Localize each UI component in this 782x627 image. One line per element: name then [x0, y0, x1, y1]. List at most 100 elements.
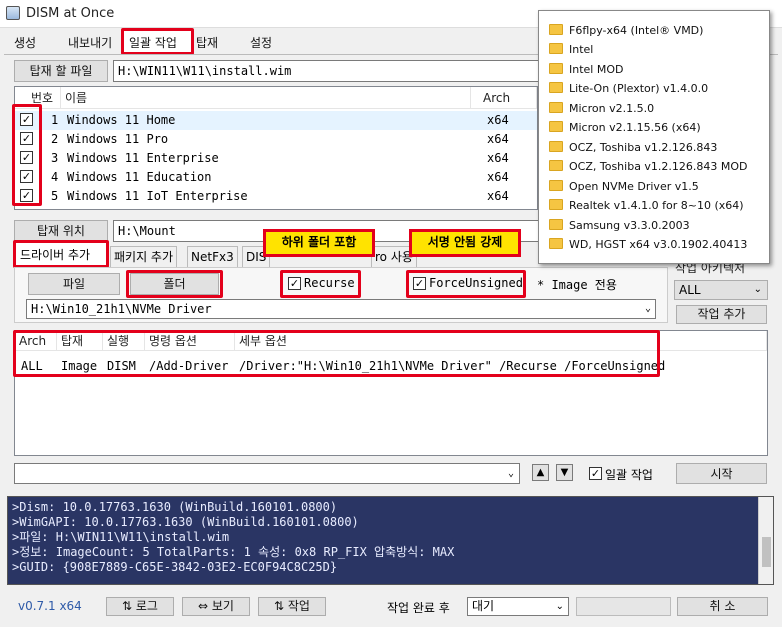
image-list-header: 번호 이름 Arch	[15, 87, 537, 109]
image-row-number: 3	[51, 151, 59, 165]
arch-select-value: ALL	[679, 283, 701, 297]
mount-file-button[interactable]: 탑재 할 파일	[14, 60, 108, 82]
image-row-arch: x64	[487, 151, 509, 165]
image-checkbox[interactable]: ✓	[20, 170, 33, 183]
image-row-arch: x64	[487, 170, 509, 184]
folder-icon	[549, 160, 563, 171]
image-checkbox[interactable]: ✓	[20, 151, 33, 164]
image-row[interactable]: 5 Windows 11 IoT Enterprise x64	[15, 187, 537, 206]
image-row-arch: x64	[487, 189, 509, 203]
folder-item-label: Open NVMe Driver v1.5	[569, 180, 699, 193]
force-unsigned-checkbox[interactable]: ✓	[413, 277, 426, 290]
driver-path-value: H:\Win10_21h1\NVMe Driver	[31, 302, 212, 316]
recurse-label: Recurse	[304, 276, 355, 290]
folder-item-label: WD, HGST x64 v3.0.1902.40413	[569, 238, 748, 251]
menu-batch[interactable]: 일괄 작업	[129, 34, 177, 52]
image-row-number: 1	[51, 113, 59, 127]
arch-select[interactable]: ALL ⌄	[674, 280, 768, 300]
mount-location-button[interactable]: 탑재 위치	[14, 220, 108, 242]
folder-item[interactable]: WD, HGST x64 v3.0.1902.40413	[549, 235, 747, 255]
folder-item[interactable]: Intel MOD	[549, 60, 623, 80]
recurse-callout: 하위 폴더 포함	[263, 229, 375, 257]
tab-add-driver[interactable]: 드라이버 추가	[20, 246, 90, 263]
folder-icon	[549, 219, 563, 230]
folder-list-popup[interactable]: F6flpy-x64 (Intel® VMD) Intel Intel MOD …	[538, 10, 770, 264]
console-line: >파일: H:\WIN11\W11\install.wim	[12, 530, 230, 544]
tab-add-package[interactable]: 패키지 추가	[110, 246, 178, 267]
menu-mount[interactable]: 탑재	[196, 34, 218, 52]
folder-item-label: Samsung v3.3.0.2003	[569, 219, 690, 232]
mount-file-path[interactable]: H:\WIN11\W11\install.wim	[113, 60, 543, 82]
folder-item-label: Intel MOD	[569, 63, 624, 76]
driver-path-select[interactable]: H:\Win10_21h1\NVMe Driver ⌄	[26, 299, 656, 319]
start-button[interactable]: 시작	[676, 463, 767, 484]
image-row-number: 5	[51, 189, 59, 203]
folder-item-label: Micron v2.1.5.0	[569, 102, 655, 115]
move-up-button[interactable]: ▲	[532, 464, 549, 481]
force-unsigned-label: ForceUnsigned	[429, 276, 523, 290]
folder-item[interactable]: Micron v2.1.5.0	[549, 99, 654, 119]
folder-item[interactable]: Micron v2.1.15.56 (x64)	[549, 118, 701, 138]
folder-item-label: F6flpy-x64 (Intel® VMD)	[569, 24, 704, 37]
cancel-button[interactable]: 취 소	[677, 597, 768, 616]
job-row-highlight	[13, 330, 660, 377]
folder-item[interactable]: OCZ, Toshiba v1.2.126.843	[549, 138, 717, 158]
menu-settings[interactable]: 설정	[250, 34, 272, 52]
image-checkbox[interactable]: ✓	[20, 132, 33, 145]
view-button[interactable]: ⇔ 보기	[182, 597, 250, 616]
menu-create[interactable]: 생성	[14, 34, 36, 52]
after-job-value: 대기	[472, 599, 495, 613]
folder-item[interactable]: OCZ, Toshiba v1.2.126.843 MOD	[549, 157, 748, 177]
folder-icon	[549, 43, 563, 54]
image-row[interactable]: 3 Windows 11 Enterprise x64	[15, 149, 537, 168]
image-row-number: 2	[51, 132, 59, 146]
job-button[interactable]: ⇅ 작업	[258, 597, 326, 616]
recurse-checkbox[interactable]: ✓	[288, 277, 301, 290]
folder-icon	[549, 180, 563, 191]
image-row[interactable]: 1 Windows 11 Home x64	[15, 111, 537, 130]
log-button[interactable]: ⇅ 로그	[106, 597, 174, 616]
image-list[interactable]: 번호 이름 Arch 1 Windows 11 Home x64 2 Windo…	[14, 86, 538, 210]
add-job-button[interactable]: 작업 추가	[676, 305, 767, 324]
folder-item[interactable]: Realtek v1.4.1.0 for 8~10 (x64)	[549, 196, 744, 216]
header-arch[interactable]: Arch	[471, 87, 537, 109]
chevron-down-icon: ⌄	[555, 601, 564, 612]
batch-checkbox[interactable]: ✓	[589, 467, 602, 480]
folder-icon	[549, 63, 563, 74]
folder-item-label: Realtek v1.4.1.0 for 8~10 (x64)	[569, 199, 744, 212]
folder-item[interactable]: Samsung v3.3.0.2003	[549, 216, 690, 236]
force-unsigned-callout: 서명 안됨 강제	[409, 229, 521, 257]
job-command-combo[interactable]: ⌄	[14, 463, 520, 484]
console-scrollbar[interactable]	[758, 497, 773, 584]
folder-item[interactable]: Open NVMe Driver v1.5	[549, 177, 699, 197]
image-checkbox[interactable]: ✓	[20, 189, 33, 202]
folder-item[interactable]: Intel	[549, 40, 593, 60]
folder-icon	[549, 141, 563, 152]
console-scroll-thumb[interactable]	[762, 537, 771, 567]
header-name[interactable]: 이름	[61, 87, 471, 109]
folder-icon	[549, 82, 563, 93]
after-job-select[interactable]: 대기 ⌄	[467, 597, 569, 616]
folder-item[interactable]: F6flpy-x64 (Intel® VMD)	[549, 21, 703, 41]
move-down-button[interactable]: ▼	[556, 464, 573, 481]
image-checkbox[interactable]: ✓	[20, 113, 33, 126]
tab-netfx3[interactable]: NetFx3	[187, 246, 238, 267]
driver-folder-button[interactable]: 폴더	[130, 273, 219, 295]
chevron-down-icon: ⌄	[507, 468, 514, 479]
image-row-arch: x64	[487, 132, 509, 146]
folder-icon	[549, 199, 563, 210]
driver-file-button[interactable]: 파일	[28, 273, 120, 295]
console-log[interactable]: >Dism: 10.0.17763.1630 (WinBuild.160101.…	[7, 496, 774, 585]
console-line: >GUID: {908E7889-C65E-3842-03E2-EC0F94C8…	[12, 560, 338, 574]
folder-item-label: Lite-On (Plextor) v1.4.0.0	[569, 82, 709, 95]
image-row-arch: x64	[487, 113, 509, 127]
menu-export[interactable]: 내보내기	[68, 34, 112, 52]
image-row[interactable]: 4 Windows 11 Education x64	[15, 168, 537, 187]
folder-icon	[549, 238, 563, 249]
folder-item-label: Micron v2.1.15.56 (x64)	[569, 121, 701, 134]
image-only-note: * Image 전용	[537, 278, 617, 292]
after-job-label: 작업 완료 후	[387, 601, 450, 615]
image-row[interactable]: 2 Windows 11 Pro x64	[15, 130, 537, 149]
folder-icon	[549, 121, 563, 132]
folder-item[interactable]: Lite-On (Plextor) v1.4.0.0	[549, 79, 708, 99]
